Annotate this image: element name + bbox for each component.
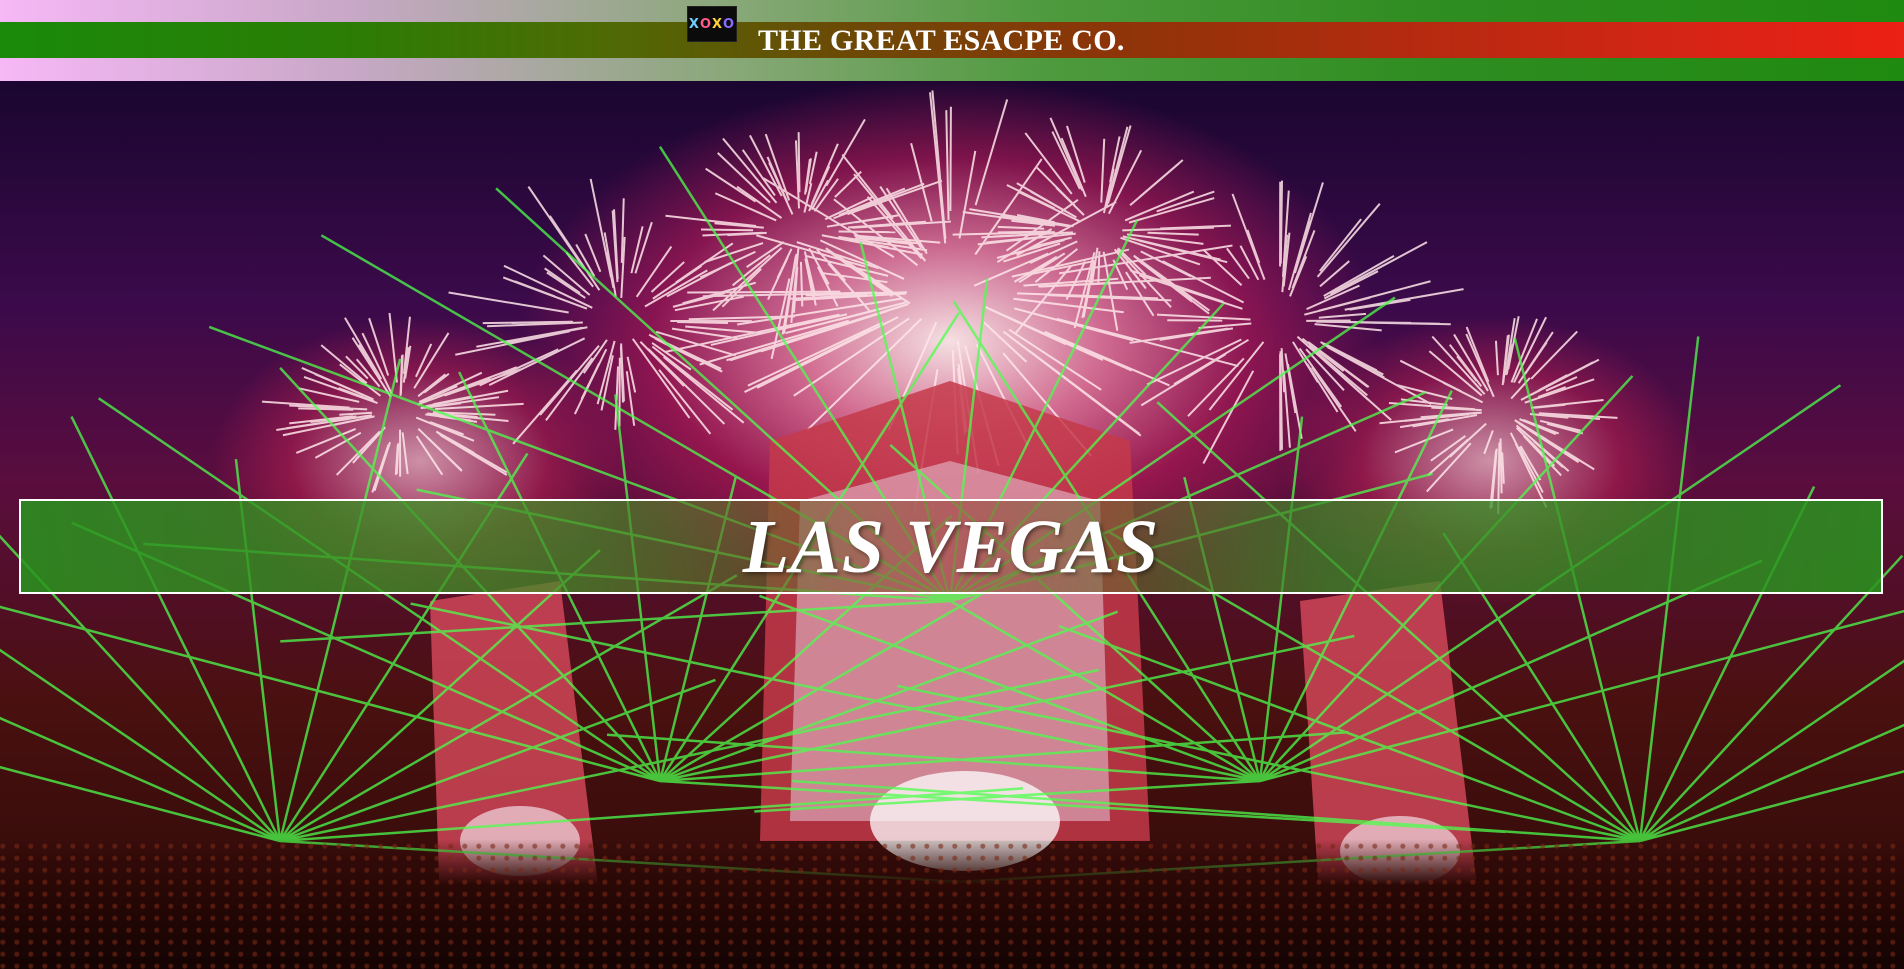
firework-spark bbox=[974, 99, 1009, 206]
firework-spark bbox=[1051, 131, 1081, 190]
firework-spark bbox=[712, 246, 783, 312]
firework-spark bbox=[997, 225, 1045, 230]
firework-spark bbox=[1316, 203, 1381, 278]
firework-spark bbox=[619, 346, 624, 403]
firework-spark bbox=[482, 320, 572, 325]
brand-logo[interactable]: XOXO bbox=[687, 6, 737, 42]
firework-spark bbox=[1198, 322, 1252, 330]
firework-spark bbox=[1499, 438, 1503, 494]
firework-spark bbox=[1013, 297, 1124, 314]
brand-title[interactable]: THE GREAT ESACPE CO. bbox=[758, 22, 1125, 58]
firework-spark bbox=[1122, 226, 1214, 232]
site-header: XOXO THE GREAT ESACPE CO. bbox=[0, 0, 1904, 81]
firework-spark bbox=[1520, 361, 1594, 401]
firework-spark bbox=[1097, 251, 1101, 283]
firework-spark bbox=[1524, 378, 1595, 404]
firework-spark bbox=[1494, 340, 1499, 376]
firework-spark bbox=[833, 182, 925, 220]
firework-spark bbox=[1465, 333, 1495, 398]
firework-spark bbox=[988, 307, 1067, 346]
firework-spark bbox=[958, 150, 977, 239]
firework-spark bbox=[1147, 231, 1199, 236]
firework-spark bbox=[687, 290, 841, 294]
firework-spark bbox=[476, 326, 583, 348]
firework-spark bbox=[413, 332, 450, 389]
firework-spark bbox=[764, 133, 791, 201]
firework-spark bbox=[1246, 229, 1261, 264]
firework-spark bbox=[1000, 158, 1043, 219]
firework-spark bbox=[1129, 162, 1180, 207]
laser-beam bbox=[1258, 416, 1304, 782]
firework-spark bbox=[1426, 442, 1472, 493]
firework-spark bbox=[677, 321, 729, 325]
laser-beam bbox=[70, 415, 282, 842]
firework-spark bbox=[910, 143, 933, 222]
firework-spark bbox=[444, 368, 522, 397]
firework-spark bbox=[1024, 132, 1073, 195]
firework-spark bbox=[817, 266, 839, 307]
firework-spark bbox=[931, 90, 947, 239]
firework-spark bbox=[1317, 320, 1440, 325]
crowd bbox=[0, 839, 1904, 969]
firework-spark bbox=[949, 106, 952, 211]
firework-spark bbox=[1318, 312, 1367, 319]
firework-spark bbox=[1524, 341, 1548, 375]
firework-spark bbox=[1126, 233, 1204, 245]
firework-spark bbox=[997, 230, 1051, 234]
firework-spark bbox=[1293, 182, 1324, 274]
firework-spark bbox=[514, 280, 556, 298]
firework-spark bbox=[1202, 248, 1243, 287]
firework-spark bbox=[1208, 341, 1265, 411]
firework-spark bbox=[776, 248, 793, 279]
firework-spark bbox=[1049, 117, 1084, 191]
firework-spark bbox=[1319, 218, 1362, 272]
firework-spark bbox=[1156, 313, 1251, 321]
laser-beam bbox=[1639, 770, 1904, 843]
stage-structure bbox=[430, 381, 1480, 911]
firework-spark bbox=[1100, 138, 1106, 203]
firework-spark bbox=[834, 170, 862, 198]
firework-spark bbox=[339, 411, 373, 416]
firework-spark bbox=[744, 328, 872, 393]
hero-title: LAS VEGAS bbox=[742, 504, 1160, 589]
firework-spark bbox=[1287, 212, 1312, 291]
firework-spark bbox=[1279, 180, 1284, 264]
firework-spark bbox=[1306, 284, 1360, 311]
firework-spark bbox=[702, 231, 763, 237]
firework-spark bbox=[429, 421, 464, 436]
firework-spark bbox=[705, 167, 757, 203]
firework-spark bbox=[838, 230, 896, 234]
hero-title-banner: LAS VEGAS bbox=[19, 499, 1883, 594]
firework-spark bbox=[1311, 366, 1357, 432]
firework-spark bbox=[797, 132, 801, 193]
firework-spark bbox=[808, 151, 818, 185]
firework-spark bbox=[1047, 332, 1133, 372]
firework-spark bbox=[1323, 254, 1395, 297]
firework-spark bbox=[1231, 193, 1266, 280]
firework-spark bbox=[799, 261, 804, 307]
laser-beam bbox=[1639, 554, 1904, 842]
firework-spark bbox=[401, 432, 409, 475]
firework-spark bbox=[969, 208, 1049, 224]
firework-spark bbox=[700, 228, 754, 232]
firework-spark bbox=[1129, 327, 1229, 344]
firework-spark bbox=[841, 153, 894, 220]
firework-spark bbox=[1282, 370, 1291, 448]
firework-spark bbox=[512, 369, 578, 445]
firework-spark bbox=[440, 434, 508, 476]
firework-spark bbox=[565, 251, 594, 288]
firework-spark bbox=[415, 435, 444, 476]
firework-spark bbox=[303, 375, 378, 404]
firework-spark bbox=[1138, 274, 1243, 310]
firework-spark bbox=[1501, 452, 1505, 484]
firework-spark bbox=[1140, 250, 1192, 278]
firework-spark bbox=[1431, 335, 1486, 395]
firework-spark bbox=[945, 110, 950, 220]
firework-spark bbox=[1483, 430, 1494, 455]
firework-spark bbox=[1399, 359, 1462, 393]
